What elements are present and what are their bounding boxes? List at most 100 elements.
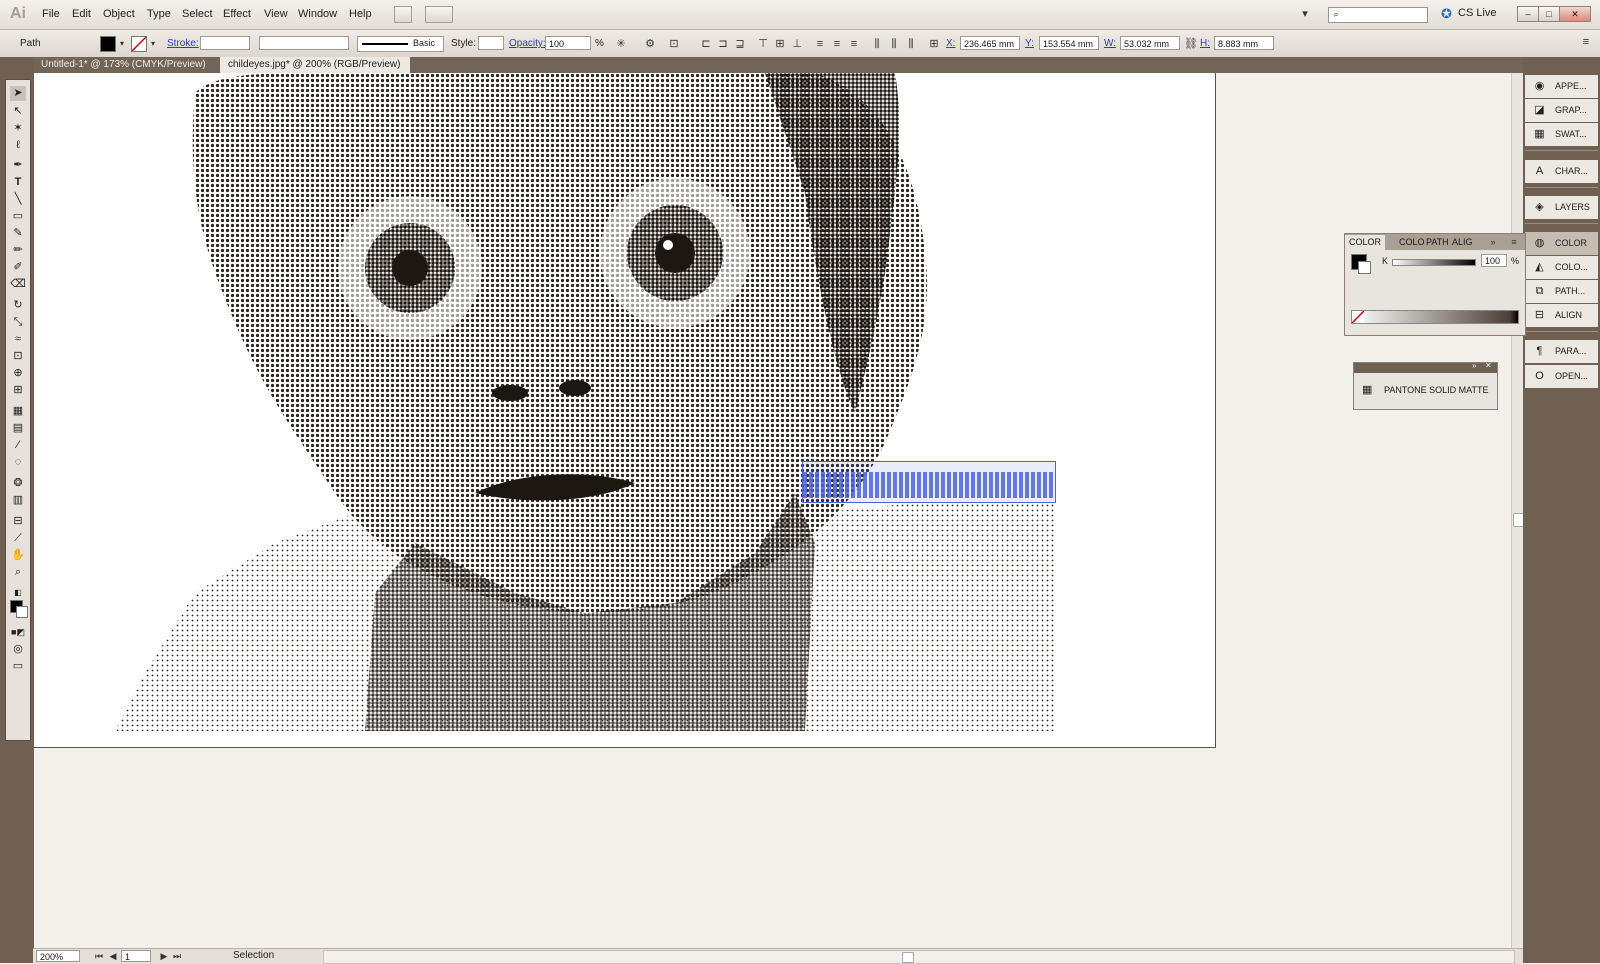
y-field[interactable]: 153.554 mm xyxy=(1039,36,1099,50)
dock-paragraph[interactable]: ¶ PARA... xyxy=(1525,340,1598,363)
minimize-button[interactable]: – xyxy=(1517,6,1539,22)
drawing-mode-icon[interactable]: ◎ xyxy=(10,642,26,657)
stroke-panel-link[interactable]: Stroke: xyxy=(167,38,199,49)
color-mode-icon[interactable]: ■◩ xyxy=(10,625,26,640)
stroke-weight-field[interactable] xyxy=(200,36,250,50)
symbol-sprayer-tool-icon[interactable]: ❂ xyxy=(10,476,26,491)
distribute-left-icon[interactable]: ⫼ xyxy=(871,38,883,50)
type-tool-icon[interactable]: T xyxy=(10,175,26,190)
tab-untitled-1[interactable]: Untitled-1* @ 173% (CMYK/Preview)✕ xyxy=(33,57,218,87)
constrain-proportions-icon[interactable]: ⛓ xyxy=(1184,38,1198,50)
tab-align[interactable]: ALIG xyxy=(1448,235,1477,250)
artboard-tool-icon[interactable]: ⊟ xyxy=(10,514,26,529)
align-bottom-icon[interactable]: ⊥ xyxy=(791,38,803,50)
slice-tool-icon[interactable]: ⟋ xyxy=(10,531,26,546)
distribute-middle-icon[interactable]: ≡ xyxy=(831,38,843,50)
next-artboard-icon[interactable]: ▶ xyxy=(158,950,170,962)
hand-tool-icon[interactable]: ✋ xyxy=(10,548,26,563)
selected-path[interactable] xyxy=(802,461,1056,503)
column-graph-tool-icon[interactable]: ▥ xyxy=(10,493,26,508)
w-label[interactable]: W: xyxy=(1104,38,1116,49)
brush-definition-select[interactable]: Basic xyxy=(357,36,444,52)
previous-artboard-icon[interactable]: ◀ xyxy=(107,950,119,962)
perspective-grid-tool-icon[interactable]: ⊞ xyxy=(10,383,26,398)
pencil-tool-icon[interactable]: ✏ xyxy=(10,243,26,258)
fill-dropdown-icon[interactable]: ▾ xyxy=(116,38,128,50)
h-label[interactable]: H: xyxy=(1200,38,1210,49)
menu-view[interactable]: View xyxy=(264,8,288,20)
dock-pathfinder[interactable]: ⧉ PATH... xyxy=(1525,280,1598,303)
k-value-field[interactable]: 100 xyxy=(1481,254,1507,267)
color-stroke-swatch[interactable] xyxy=(1358,261,1371,274)
halftone-photo-image[interactable] xyxy=(115,73,1055,731)
mesh-tool-icon[interactable]: ▦ xyxy=(10,404,26,419)
dock-color[interactable]: ◍ COLOR xyxy=(1525,232,1598,255)
control-panel-menu-icon[interactable]: ≡ xyxy=(1580,36,1592,48)
search-input[interactable] xyxy=(1328,7,1428,23)
bridge-button[interactable] xyxy=(394,6,412,23)
default-colors-icon[interactable]: ◧ xyxy=(10,585,26,600)
close-button[interactable]: ✕ xyxy=(1559,6,1591,22)
dock-layers[interactable]: ◈ LAYERS xyxy=(1525,196,1598,219)
screen-mode-icon[interactable]: ▭ xyxy=(10,659,26,674)
align-right-icon[interactable]: ⊒ xyxy=(734,38,746,50)
last-artboard-icon[interactable]: ⏭ xyxy=(171,950,183,962)
distribute-right-icon[interactable]: ⫼ xyxy=(905,38,917,50)
cs-live-menu[interactable]: CS Live xyxy=(1458,7,1497,19)
tab-color[interactable]: COLOR xyxy=(1345,235,1386,250)
dock-align[interactable]: ⊟ ALIGN xyxy=(1525,304,1598,327)
magic-wand-tool-icon[interactable]: ✶ xyxy=(10,121,26,136)
menu-help[interactable]: Help xyxy=(349,8,372,20)
paintbrush-tool-icon[interactable]: ✎ xyxy=(10,226,26,241)
line-tool-icon[interactable]: ╲ xyxy=(10,192,26,207)
direct-selection-tool-icon[interactable]: ↖ xyxy=(10,104,26,119)
lasso-tool-icon[interactable]: ℓ xyxy=(10,138,26,153)
k-slider[interactable] xyxy=(1392,259,1476,266)
opacity-panel-link[interactable]: Opacity: xyxy=(509,38,546,49)
align-center-icon[interactable]: ⊐ xyxy=(717,38,729,50)
rectangle-tool-icon[interactable]: ▭ xyxy=(10,209,26,224)
graphic-style-picker[interactable] xyxy=(478,36,504,50)
dock-color-guide[interactable]: ◭ COLO... xyxy=(1525,256,1598,279)
dock-swatches[interactable]: ▦ SWAT... xyxy=(1525,123,1598,146)
eyedropper-tool-icon[interactable]: ⁄ xyxy=(10,438,26,453)
menu-edit[interactable]: Edit xyxy=(72,8,91,20)
menu-select[interactable]: Select xyxy=(182,8,213,20)
distribute-center-icon[interactable]: ⫼ xyxy=(888,38,900,50)
stroke-color-box[interactable] xyxy=(16,606,28,618)
zoom-select[interactable]: 200% xyxy=(36,950,80,962)
w-field[interactable]: 53.032 mm xyxy=(1120,36,1180,50)
menu-type[interactable]: Type xyxy=(147,8,171,20)
warp-tool-icon[interactable]: ≈ xyxy=(10,332,26,347)
blob-brush-tool-icon[interactable]: ✐ xyxy=(10,260,26,275)
shape-builder-tool-icon[interactable]: ⊕ xyxy=(10,366,26,381)
workspace-dropdown-icon[interactable]: ▾ xyxy=(1299,8,1311,20)
dock-opentype[interactable]: O OPEN... xyxy=(1525,365,1598,388)
horizontal-scroll-thumb[interactable] xyxy=(902,952,914,963)
eraser-tool-icon[interactable]: ⌫ xyxy=(10,277,26,292)
h-field[interactable]: 8.883 mm xyxy=(1214,36,1274,50)
tab-childeyes[interactable]: childeyes.jpg* @ 200% (RGB/Preview)✕ xyxy=(220,57,410,87)
close-panel-icon[interactable]: ✕ xyxy=(1485,361,1492,370)
menu-effect[interactable]: Effect xyxy=(223,8,251,20)
align-top-icon[interactable]: ⊤ xyxy=(757,38,769,50)
menu-window[interactable]: Window xyxy=(298,8,337,20)
scale-tool-icon[interactable]: ⤡ xyxy=(10,315,26,330)
artboard-number-select[interactable]: 1 xyxy=(121,950,151,962)
pantone-library-label[interactable]: PANTONE SOLID MATTE xyxy=(1384,385,1489,395)
isolate-icon[interactable]: ⚙ xyxy=(644,38,656,50)
dock-character[interactable]: A CHAR... xyxy=(1525,160,1598,183)
zoom-tool-icon[interactable]: ⌕ xyxy=(10,565,26,580)
x-field[interactable]: 236.465 mm xyxy=(960,36,1020,50)
first-artboard-icon[interactable]: ⏮ xyxy=(93,950,105,962)
collapse-panel-icon[interactable]: » xyxy=(1472,361,1476,370)
pen-tool-icon[interactable]: ✒ xyxy=(10,158,26,173)
menu-object[interactable]: Object xyxy=(103,8,135,20)
x-label[interactable]: X: xyxy=(946,38,955,49)
current-tool-status[interactable]: Selection xyxy=(233,950,274,961)
y-label[interactable]: Y: xyxy=(1025,38,1034,49)
arrange-documents-button[interactable] xyxy=(425,6,453,23)
collapse-panel-icon[interactable]: » xyxy=(1487,236,1499,248)
align-middle-icon[interactable]: ⊞ xyxy=(774,38,786,50)
stroke-swatch[interactable] xyxy=(131,36,147,52)
